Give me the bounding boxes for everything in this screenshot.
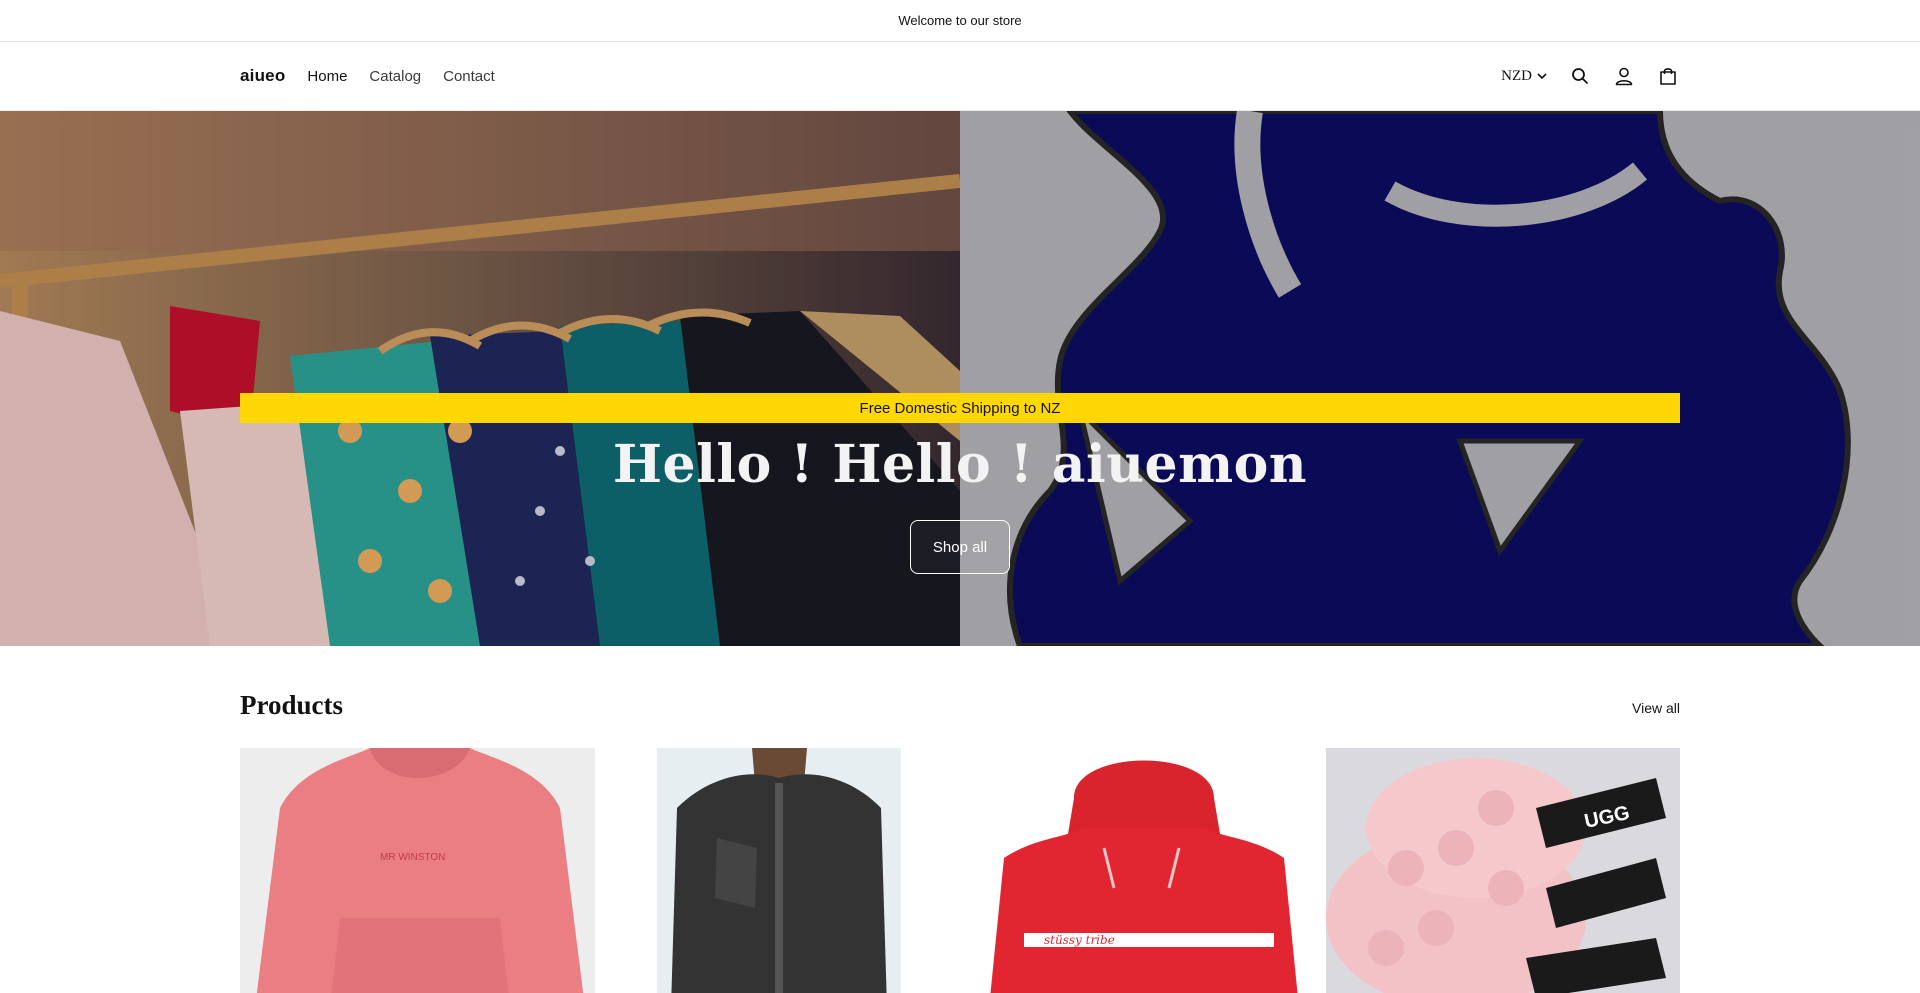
store-logo[interactable]: aiueo (240, 66, 285, 86)
product-card-red-hoodie[interactable]: stüssy tribe (964, 748, 1319, 993)
product-card-pink-hoodie[interactable]: MR WINSTON (240, 748, 595, 993)
search-icon[interactable] (1568, 64, 1592, 88)
product-card-ugg-slippers[interactable]: UGG (1326, 748, 1680, 993)
shipping-banner: Free Domestic Shipping to NZ (240, 393, 1680, 423)
product-image (657, 748, 901, 993)
product-image: stüssy tribe (964, 748, 1319, 993)
product-image: UGG (1326, 748, 1680, 993)
account-icon[interactable] (1612, 64, 1636, 88)
shipping-banner-text: Free Domestic Shipping to NZ (859, 399, 1061, 417)
currency-selector[interactable]: NZD (1501, 68, 1548, 85)
site-header: aiueo Home Catalog Contact NZD (0, 42, 1920, 111)
cart-icon[interactable] (1656, 64, 1680, 88)
product-image: MR WINSTON (240, 748, 595, 993)
nav-contact[interactable]: Contact (443, 68, 495, 85)
hero-title: Hello ! Hello ! aiuemon (612, 434, 1308, 495)
shop-all-button[interactable]: Shop all (910, 520, 1010, 574)
product-print-text: stüssy tribe (1044, 933, 1115, 947)
hero-banner: Free Domestic Shipping to NZ Hello ! Hel… (0, 111, 1920, 646)
main-nav: Home Catalog Contact (307, 68, 494, 85)
product-print-text: MR WINSTON (380, 852, 445, 863)
chevron-down-icon (1537, 73, 1547, 80)
announcement-bar: Welcome to our store (0, 0, 1920, 42)
currency-label: NZD (1501, 67, 1532, 84)
nav-catalog[interactable]: Catalog (369, 68, 421, 85)
products-section: Products View all MR WINSTON stüssy trib (240, 646, 1680, 993)
products-heading: Products (240, 690, 344, 720)
product-card-leather-jacket[interactable] (657, 748, 901, 993)
nav-home[interactable]: Home (307, 68, 347, 85)
announcement-text: Welcome to our store (898, 13, 1022, 28)
view-all-link[interactable]: View all (1632, 700, 1680, 716)
